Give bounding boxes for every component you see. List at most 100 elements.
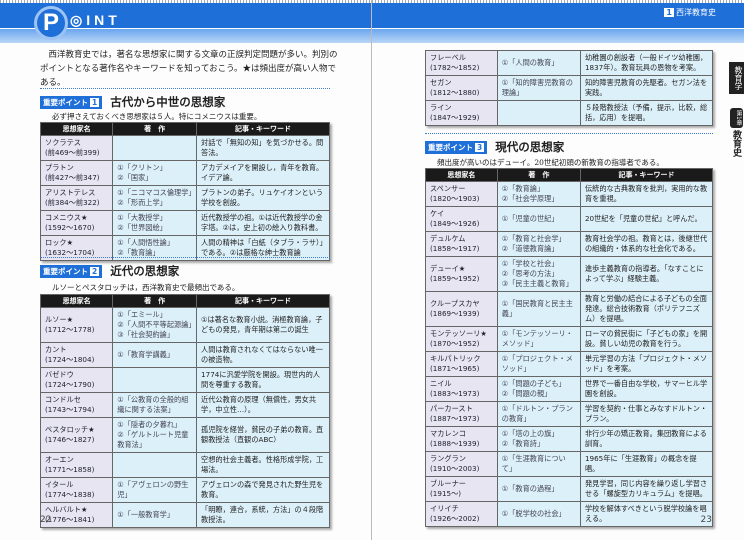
thinker-cell: モンテッソーリ★ (1870～1952) [425, 326, 498, 352]
side-tab-topic: 教育史 [731, 130, 741, 157]
thinker-name: ペスタロッチ★ [45, 425, 95, 434]
thinker-years: (前427～前347) [45, 173, 100, 182]
works-cell: ①「国民教育と民主主義」 [496, 291, 581, 327]
point-logo-word: ◎INT [70, 12, 121, 28]
works-cell [112, 452, 198, 478]
work-title: ①「教育学講義」 [117, 350, 175, 359]
thinker-years: (1724～1804) [45, 355, 95, 364]
keyword-cell: 近代教授学の祖。①は近代教授学の金字塔。②は，史上初の絵入り教科書。 [196, 210, 330, 236]
thinker-cell: キルパトリック (1871～1965) [425, 351, 498, 377]
works-cell [112, 367, 198, 393]
thinker-years: (1743～1794) [45, 405, 95, 414]
table-row: デュルケム (1858～1917) ①「教育と社会学」 ②「道徳教育論」 教育社会学の祖… [425, 231, 714, 257]
thinker-cell: スペンサー (1820～1903) [425, 181, 498, 207]
work-title: ①「エミール」 [117, 310, 167, 319]
thinkers-table-modern-cont: フレーベル (1782～1852) ①「人間の教育」 幼稚園の創設者（一般ドイツ幼稚園… [425, 50, 714, 126]
works-cell: ①「児童の世紀」 [496, 206, 581, 232]
thinker-years: (1883～1973) [430, 389, 480, 398]
keyword-cell: 学習を契約・仕事とみなすドルトン・プラン。 [579, 401, 714, 427]
thinker-cell: クループスカヤ (1869～1939) [425, 291, 498, 327]
work-title: ②「社会学原理」 [501, 194, 559, 203]
table-row: ライン (1847～1929) ５段階教授法（予備，提示，比較，総括，応用）を提唱。 [425, 100, 714, 126]
column-header-works: 著 作 [496, 168, 581, 182]
thinker-name: コンドルセ [45, 395, 81, 404]
thinker-name: プラトン [45, 163, 74, 172]
section-heading-2: 重要ポイント 2 近代の思想家 [40, 263, 179, 279]
table-row: ルソー★ (1712～1778) ①「エミール」 ②「人間不平等起源論」 ③「社会契約論… [39, 307, 330, 343]
work-title: ②「思考の方法」 [501, 269, 559, 278]
work-title: ①「生涯教育について」 [501, 454, 566, 473]
side-tab-chapter[interactable]: 第1章 [730, 108, 743, 128]
section-badge: 重要ポイント 2 [40, 264, 103, 278]
keyword-cell: 教育と労働の結合による子どもの全面発達。総合技術教育（ポリテフニズム）を提唱。 [579, 291, 714, 327]
thinker-years: (1812～1880) [430, 88, 480, 97]
works-cell: ①「教育の過程」 [496, 476, 581, 502]
table-header-row: 思想家名著 作記事・キーワード [425, 168, 714, 182]
thinker-cell: ルソー★ (1712～1778) [39, 307, 114, 343]
works-cell: ①「モンテッソーリ・メソッド」 [496, 326, 581, 352]
work-title: ①「アヴェロンの野生児」 [117, 480, 189, 499]
works-cell: ①「塔の上の旗」 ②「教育詩」 [496, 426, 581, 452]
work-title: ①「プロジェクト・メソッド」 [501, 354, 573, 373]
header-subband [372, 28, 744, 43]
table-row: プラトン (前427～前347) ①「クリトン」 ②「国家」 アカデメイアを開設し，青年… [39, 160, 330, 186]
thinker-years: (1926～2002) [430, 514, 480, 523]
thinker-name: ルソー★ [45, 315, 74, 324]
table-row: コンドルセ (1743～1794) ①「公教育の全般的組織に関する法案」 近代公教育の… [39, 392, 330, 418]
work-title: ①「教育の過程」 [501, 484, 559, 493]
thinker-cell: イリイチ (1926～2002) [425, 501, 498, 527]
work-title: ②「教育詩」 [501, 439, 545, 448]
works-cell: ①「大教授学」 ②「世界図絵」 [112, 210, 198, 236]
keyword-cell: 1774に汎愛学院を開設。現世内的人間を尊重する教育。 [196, 367, 330, 393]
works-cell: ①「エミール」 ②「人間不平等起源論」 ③「社会契約論」 [112, 307, 198, 343]
thinker-years: (前384～前322) [45, 198, 100, 207]
thinker-name: ブルーナー [430, 479, 466, 488]
thinker-name: オーエン [45, 455, 74, 464]
section-subtitle: 必ず押さえておくべき思想家は５人。特にコメニウスは重要。 [52, 112, 262, 121]
section-heading-1: 重要ポイント 1 古代から中世の思想家 [40, 94, 225, 110]
point-logo-icon: P [34, 6, 68, 40]
column-header-name: 思想家名 [39, 122, 114, 136]
works-cell: ①「知的障害児教育の理論」 [496, 75, 581, 101]
section-title: 現代の思想家 [495, 140, 565, 154]
table-row: ソクラテス (前469～前399) 対話で「無知の知」を気づかせる。問答法。 [39, 135, 330, 161]
thinker-years: (1771～1858) [45, 465, 95, 474]
keyword-cell: ５段階教授法（予備，提示，比較，総括，応用）を提唱。 [579, 100, 714, 126]
keyword-cell: ローマの貧民街に「子どもの家」を開設。貧しい幼児の教育を行う。 [579, 326, 714, 352]
keyword-cell: 知的障害児教育の先駆者。セガン法を実践。 [579, 75, 714, 101]
works-cell: ①「教育と社会学」 ②「道徳教育論」 [496, 231, 581, 257]
thinker-years: (1592～1670) [45, 223, 95, 232]
thinker-name: マカレンコ [430, 429, 466, 438]
work-title: ①「問題の子ども」 [501, 379, 566, 388]
works-cell: ①「公教育の全般的組織に関する法案」 [112, 392, 198, 418]
side-tab-subject[interactable]: 教育学 [729, 62, 744, 94]
table-row: ヘルバルト★ (1776～1841) ①「一般教育学」 「明瞭，連合，系統，方法」の４… [39, 502, 330, 528]
thinker-cell: ニイル (1883～1973) [425, 376, 498, 402]
works-cell [496, 100, 581, 126]
works-cell: ①「隠者の夕暮れ」 ②「ゲルトルート児童教育法」 [112, 417, 198, 453]
keyword-cell: 世界で一番自由な学校，サマーヒル学園を創設。 [579, 376, 714, 402]
work-title: ①「ドルトン・プランの教育」 [501, 404, 573, 423]
table-row: ブルーナー (1915～) ①「教育の過程」 発見学習，同じ内容を繰り返し学習させる「… [425, 476, 714, 502]
table-row: イリイチ (1926～2002) ①「脱学校の社会」 学校を解体すべきという脱学校論を… [425, 501, 714, 527]
thinker-name: ソクラテス [45, 138, 81, 147]
thinker-name: モンテッソーリ★ [430, 329, 487, 338]
thinker-cell: コンドルセ (1743～1794) [39, 392, 114, 418]
work-title: ①「塔の上の旗」 [501, 429, 559, 438]
works-cell: ①「脱学校の社会」 [496, 501, 581, 527]
column-header-keywords: 記事・キーワード [196, 122, 330, 136]
section-heading-3: 重要ポイント 3 現代の思想家 [425, 139, 564, 155]
thinker-years: (1888～1939) [430, 439, 480, 448]
table-row: ケイ (1849～1926) ①「児童の世紀」 20世紀を「児童の世紀」と呼んだ。 [425, 206, 714, 232]
table-header-row: 思想家名著 作記事・キーワード [39, 122, 330, 136]
keyword-cell: 進歩主義教育の指導者。「なすことによって学ぶ」経験主義。 [579, 256, 714, 292]
thinker-years: (1869～1939) [430, 309, 480, 318]
thinker-name: ラングラン [430, 454, 466, 463]
keyword-cell: 教育社会学の祖。教育とは，後継世代の組織的・体系的な社会化である。 [579, 231, 714, 257]
table-row: クループスカヤ (1869～1939) ①「国民教育と民主主義」 教育と労働の結合によ… [425, 291, 714, 327]
thinker-name: キルパトリック [430, 354, 481, 363]
page-number: 22 [40, 515, 52, 525]
thinker-name: ニイル [430, 379, 452, 388]
section-badge: 重要ポイント 3 [425, 140, 488, 154]
table-row: マカレンコ (1888～1939) ①「塔の上の旗」 ②「教育詩」 非行少年の矯正教育。… [425, 426, 714, 452]
